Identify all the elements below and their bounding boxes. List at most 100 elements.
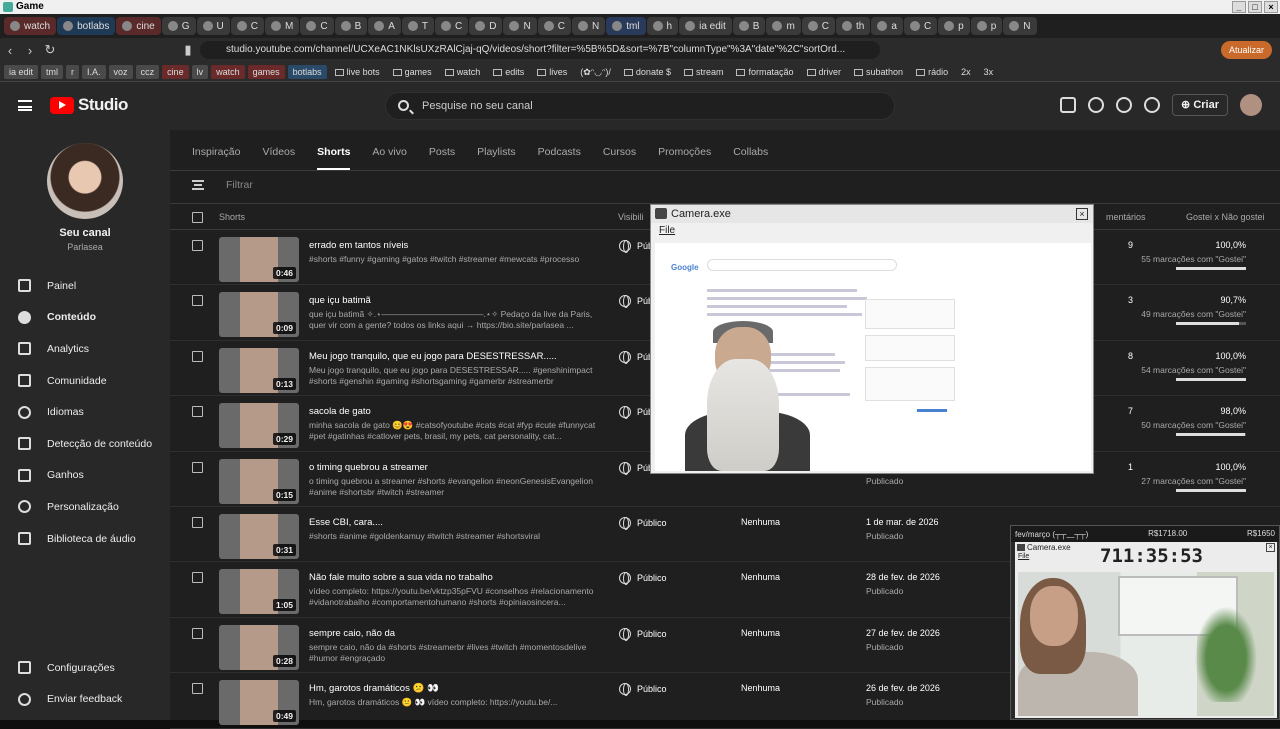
column-visibility[interactable]: Visibili: [618, 212, 643, 222]
bookmark-item[interactable]: watch: [211, 64, 245, 79]
browser-tab[interactable]: p: [970, 17, 1003, 35]
browser-tab[interactable]: N: [571, 17, 606, 35]
close-icon[interactable]: ×: [1076, 208, 1088, 220]
notifications-icon[interactable]: [1144, 97, 1161, 113]
browser-tab[interactable]: C: [435, 17, 469, 35]
tab-2[interactable]: Shorts: [317, 146, 351, 170]
browser-tab[interactable]: ia edit: [679, 17, 732, 35]
tab-1[interactable]: Vídeos: [262, 146, 295, 170]
video-thumbnail[interactable]: 0:09: [219, 292, 299, 338]
minimize-button[interactable]: _: [1232, 1, 1246, 13]
sidebar-item-audio-library[interactable]: Biblioteca de áudio: [0, 523, 170, 555]
tab-0[interactable]: Inspiração: [192, 146, 240, 170]
menu-icon[interactable]: [18, 100, 32, 111]
video-thumbnail[interactable]: 0:15: [219, 458, 299, 504]
browser-tab[interactable]: p: [938, 17, 970, 35]
help-icon[interactable]: [1088, 97, 1105, 113]
reload-icon[interactable]: ↻: [40, 42, 60, 58]
video-thumbnail[interactable]: 0:49: [219, 680, 299, 726]
bookmark-item[interactable]: ccz: [135, 64, 160, 79]
camera-window-titlebar[interactable]: Camera.exe ×: [651, 205, 1093, 223]
row-checkbox[interactable]: [192, 350, 203, 362]
column-likes[interactable]: Gostei x Não gostei: [1186, 212, 1265, 222]
bookmark-item[interactable]: edits: [488, 65, 529, 79]
browser-tab[interactable]: D: [469, 17, 503, 35]
bookmark-item[interactable]: subathon: [849, 65, 908, 79]
browser-tab[interactable]: N: [1003, 17, 1037, 35]
video-thumbnail[interactable]: 0:29: [219, 403, 299, 449]
bookmark-item[interactable]: stream: [679, 65, 729, 79]
sidebar-item-feedback[interactable]: Enviar feedback: [0, 684, 170, 716]
tab-8[interactable]: Promoções: [658, 146, 711, 170]
browser-tab[interactable]: th: [836, 17, 871, 35]
captions-icon[interactable]: [1060, 97, 1077, 113]
bookmark-item[interactable]: watch: [440, 65, 486, 79]
bookmark-item[interactable]: voz: [108, 64, 133, 79]
browser-tab[interactable]: botlabs: [57, 17, 116, 35]
row-checkbox[interactable]: [192, 627, 203, 639]
row-checkbox[interactable]: [192, 406, 203, 418]
video-title[interactable]: o timing quebrou a streamer: [309, 462, 428, 473]
bookmark-item[interactable]: 2x: [956, 65, 976, 79]
bookmark-item[interactable]: (✿ᵔ◡ᵔ)/: [575, 65, 616, 79]
browser-tab[interactable]: B: [732, 17, 766, 35]
browser-tab[interactable]: tml: [606, 17, 646, 35]
bookmark-item[interactable]: ia edit: [4, 64, 39, 79]
video-title[interactable]: sempre caio, não da: [309, 628, 395, 639]
row-checkbox[interactable]: [192, 572, 203, 584]
bookmark-item[interactable]: formatação: [731, 65, 798, 79]
video-title[interactable]: sacola de gato: [309, 406, 371, 417]
back-icon[interactable]: ‹: [0, 43, 20, 58]
browser-tab[interactable]: a: [871, 17, 903, 35]
video-title[interactable]: Hm, garotos dramáticos 😕 👀: [309, 683, 439, 694]
video-thumbnail[interactable]: 0:28: [219, 624, 299, 670]
bookmark-item[interactable]: botlabs: [287, 64, 327, 79]
tab-3[interactable]: Ao vivo: [372, 146, 406, 170]
bookmark-item[interactable]: r: [66, 64, 80, 79]
browser-tab[interactable]: m: [766, 17, 801, 35]
sidebar-item-settings[interactable]: Configurações: [0, 652, 170, 684]
sidebar-item-dashboard[interactable]: Painel: [0, 270, 170, 302]
bookmark-item[interactable]: tml: [41, 64, 64, 79]
bookmark-item[interactable]: lv: [191, 64, 209, 79]
row-checkbox[interactable]: [192, 517, 203, 528]
browser-tab[interactable]: C: [903, 17, 938, 35]
camera-window[interactable]: Camera.exe × File Google: [650, 204, 1094, 474]
url-field[interactable]: studio.youtube.com/channel/UCXeAC1NKlsUX…: [200, 41, 880, 59]
browser-tab[interactable]: U: [196, 17, 230, 35]
sidebar-item-community[interactable]: Comunidade: [0, 365, 170, 397]
browser-tab[interactable]: B: [334, 17, 368, 35]
close-icon[interactable]: ×: [1266, 543, 1275, 552]
browser-tab[interactable]: C: [230, 17, 264, 35]
bookmark-item[interactable]: I.A.: [82, 64, 106, 79]
bookmark-item[interactable]: cine: [162, 64, 189, 79]
column-comments[interactable]: mentários: [1106, 212, 1146, 222]
bookmark-item[interactable]: lives: [532, 65, 572, 79]
bookmark-item[interactable]: live bots: [330, 65, 385, 79]
bookmark-item[interactable]: rádio: [911, 65, 953, 79]
browser-tab[interactable]: C: [537, 17, 571, 35]
search-input[interactable]: Pesquise no seu canal: [385, 92, 895, 120]
video-thumbnail[interactable]: 1:05: [219, 569, 299, 615]
bookmark-icon[interactable]: ▮: [178, 42, 198, 58]
row-checkbox[interactable]: [192, 461, 203, 473]
close-window-button[interactable]: ×: [1264, 1, 1278, 13]
browser-tab[interactable]: T: [401, 17, 435, 35]
tab-9[interactable]: Collabs: [733, 146, 768, 170]
small-camera-widget[interactable]: fev/março (┬┬﹏┬┬) R$1718.00 R$1650 Camer…: [1010, 525, 1280, 720]
bookmark-item[interactable]: driver: [802, 65, 847, 79]
video-thumbnail[interactable]: 0:13: [219, 347, 299, 393]
video-thumbnail[interactable]: 0:31: [219, 514, 299, 559]
visibility-cell[interactable]: Público: [619, 683, 667, 697]
forward-icon[interactable]: ›: [20, 43, 40, 58]
video-title[interactable]: Esse CBI, cara....: [309, 517, 383, 528]
browser-tab[interactable]: cine: [116, 17, 161, 35]
row-checkbox[interactable]: [192, 240, 203, 251]
tab-4[interactable]: Posts: [429, 146, 455, 170]
browser-tab[interactable]: N: [503, 17, 537, 35]
sidebar-item-customization[interactable]: Personalização: [0, 491, 170, 523]
sidebar-item-earnings[interactable]: Ganhos: [0, 460, 170, 492]
browser-tab[interactable]: C: [300, 17, 334, 35]
sidebar-item-content[interactable]: Conteúdo: [0, 302, 170, 334]
row-checkbox[interactable]: [192, 683, 203, 695]
